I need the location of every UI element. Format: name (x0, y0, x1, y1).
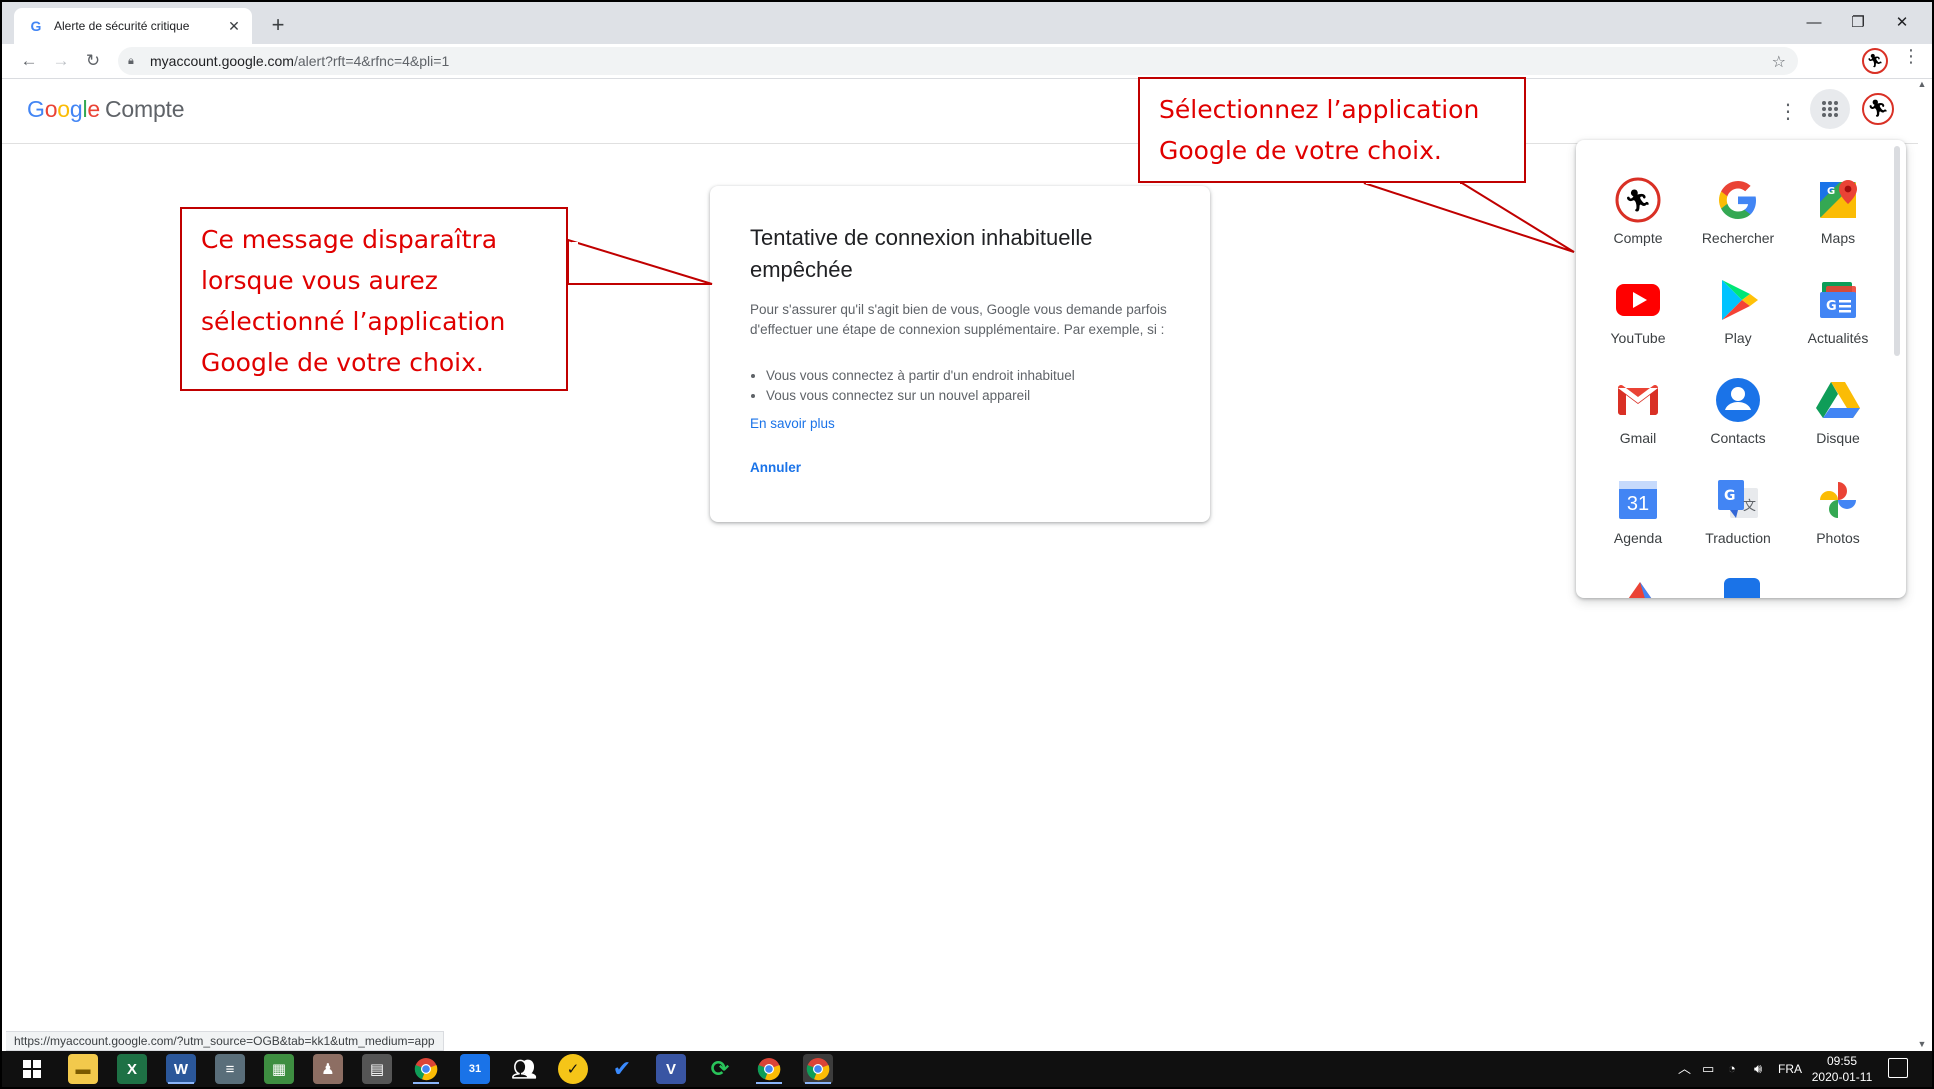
app-rechercher[interactable]: Rechercher (1688, 168, 1788, 260)
notification-center-icon[interactable] (1888, 1058, 1908, 1078)
calendar-app-icon[interactable]: 31 (460, 1054, 490, 1084)
scroll-up-icon[interactable]: ▲ (1916, 79, 1928, 89)
volume-icon[interactable]: 🔊︎ (1754, 1051, 1762, 1087)
google-search-icon (1714, 176, 1762, 224)
calendar-icon: 31 (1614, 476, 1662, 524)
app-play[interactable]: Play (1688, 268, 1788, 360)
app-photos[interactable]: Photos (1788, 468, 1888, 560)
browser-window: G Alerte de sécurité critique ✕ + — ❐ ✕ … (0, 0, 1934, 1089)
word-icon[interactable]: W (166, 1054, 196, 1084)
app-label: Contacts (1710, 430, 1766, 446)
norton-icon[interactable]: ✓ (558, 1054, 588, 1084)
account-icon: 🏃︎ (1614, 176, 1662, 224)
left-callout-pointer-mask (572, 242, 578, 282)
app-contacts[interactable]: Contacts (1688, 368, 1788, 460)
callout-line: lorsque vous aurez (201, 266, 438, 295)
callout-right-annotation: Sélectionnez l’application Google de vot… (1138, 77, 1526, 183)
app-traduction[interactable]: G 文 Traduction (1688, 468, 1788, 560)
pdf-app-icon[interactable]: ♟ (313, 1054, 343, 1084)
wifi-icon[interactable]: ◔ (1728, 1051, 1736, 1087)
app-agenda[interactable]: 31 Agenda (1588, 468, 1688, 560)
drive-icon (1814, 376, 1862, 424)
app-label: Photos (1816, 530, 1860, 546)
chrome-icon[interactable] (411, 1054, 441, 1084)
app-label: Play (1724, 330, 1752, 346)
windows-taskbar: ▬ X W ≡ ▦ ♟ ▤ 31 👥︎ ✓ ✔ V ⟳ ︿ ▭ ◔ 🔊︎ FRA… (2, 1051, 1932, 1087)
translate-icon: G 文 (1714, 476, 1762, 524)
youtube-icon (1614, 276, 1662, 324)
news-icon: G (1814, 276, 1862, 324)
excel-icon[interactable]: X (117, 1054, 147, 1084)
tray-chevron-icon[interactable]: ︿ (1678, 1051, 1691, 1087)
apps-panel-scrollbar[interactable] (1894, 146, 1900, 356)
svg-text:G: G (1827, 186, 1835, 197)
app-label: Agenda (1613, 530, 1663, 546)
svg-text:G: G (1724, 488, 1736, 504)
app-label: Compte (1613, 230, 1663, 246)
left-callout-pointer (567, 238, 713, 285)
calendar-day: 31 (1626, 492, 1650, 515)
app-partial-icon[interactable] (1622, 572, 1658, 598)
svg-text:文: 文 (1743, 499, 1756, 514)
spreadsheet-icon[interactable]: ▦ (264, 1054, 294, 1084)
people-icon[interactable]: 👥︎ (509, 1054, 539, 1084)
google-apps-panel: 🏃︎ Compte Rechercher G Maps YouTube Play… (1576, 140, 1906, 598)
system-clock[interactable]: 09:55 2020-01-11 (1802, 1053, 1882, 1085)
todo-icon[interactable]: ✔ (607, 1054, 637, 1084)
chrome-profile-icon[interactable] (754, 1054, 784, 1084)
callout-line: sélectionné l’application (201, 307, 506, 336)
windows-start-icon[interactable] (14, 1051, 50, 1087)
chrome-active-icon[interactable] (803, 1054, 833, 1084)
file-explorer-icon[interactable]: ▬ (68, 1054, 98, 1084)
app-label: Gmail (1619, 430, 1657, 446)
right-callout-pointer (1363, 182, 1575, 253)
page-scrollbar[interactable]: ▲ ▼ (1916, 79, 1928, 1049)
photos-icon (1814, 476, 1862, 524)
app-label: YouTube (1610, 330, 1666, 346)
callout-line: Ce message disparaîtra (201, 225, 498, 254)
app-label: Actualités (1807, 330, 1869, 346)
app-partial-icon[interactable] (1722, 576, 1762, 598)
battery-icon[interactable]: ▭ (1702, 1051, 1714, 1087)
notes-icon[interactable]: ≡ (215, 1054, 245, 1084)
app-label: Traduction (1705, 530, 1771, 546)
app-label: Maps (1820, 230, 1856, 246)
app-disque[interactable]: Disque (1788, 368, 1888, 460)
status-bar-url: https://myaccount.google.com/?utm_source… (6, 1031, 444, 1051)
callout-line: Google de votre choix. (1159, 136, 1442, 165)
visio-icon[interactable]: V (656, 1054, 686, 1084)
clock-date: 2020-01-11 (1811, 1070, 1873, 1084)
app-gmail[interactable]: Gmail (1588, 368, 1688, 460)
app-actualites[interactable]: G Actualités (1788, 268, 1888, 360)
callout-left-annotation: Ce message disparaîtra lorsque vous aure… (180, 207, 568, 391)
app-youtube[interactable]: YouTube (1588, 268, 1688, 360)
sync-icon[interactable]: ⟳ (705, 1054, 735, 1084)
app-maps[interactable]: G Maps (1788, 168, 1888, 260)
gmail-icon (1614, 376, 1662, 424)
contacts-icon (1714, 376, 1762, 424)
play-store-icon (1714, 276, 1762, 324)
callout-line: Google de votre choix. (201, 348, 484, 377)
app-label: Rechercher (1701, 230, 1775, 246)
maps-icon: G (1814, 176, 1862, 224)
app-compte[interactable]: 🏃︎ Compte (1588, 168, 1688, 260)
callout-line: Sélectionnez l’application (1159, 95, 1480, 124)
calculator-icon[interactable]: ▤ (362, 1054, 392, 1084)
clock-time: 09:55 (1826, 1054, 1858, 1068)
app-label: Disque (1816, 430, 1860, 446)
scroll-down-icon[interactable]: ▼ (1916, 1039, 1928, 1049)
svg-text:G: G (1826, 299, 1837, 314)
svg-text:🏃︎: 🏃︎ (1624, 189, 1652, 214)
language-indicator[interactable]: FRA (1778, 1051, 1802, 1087)
